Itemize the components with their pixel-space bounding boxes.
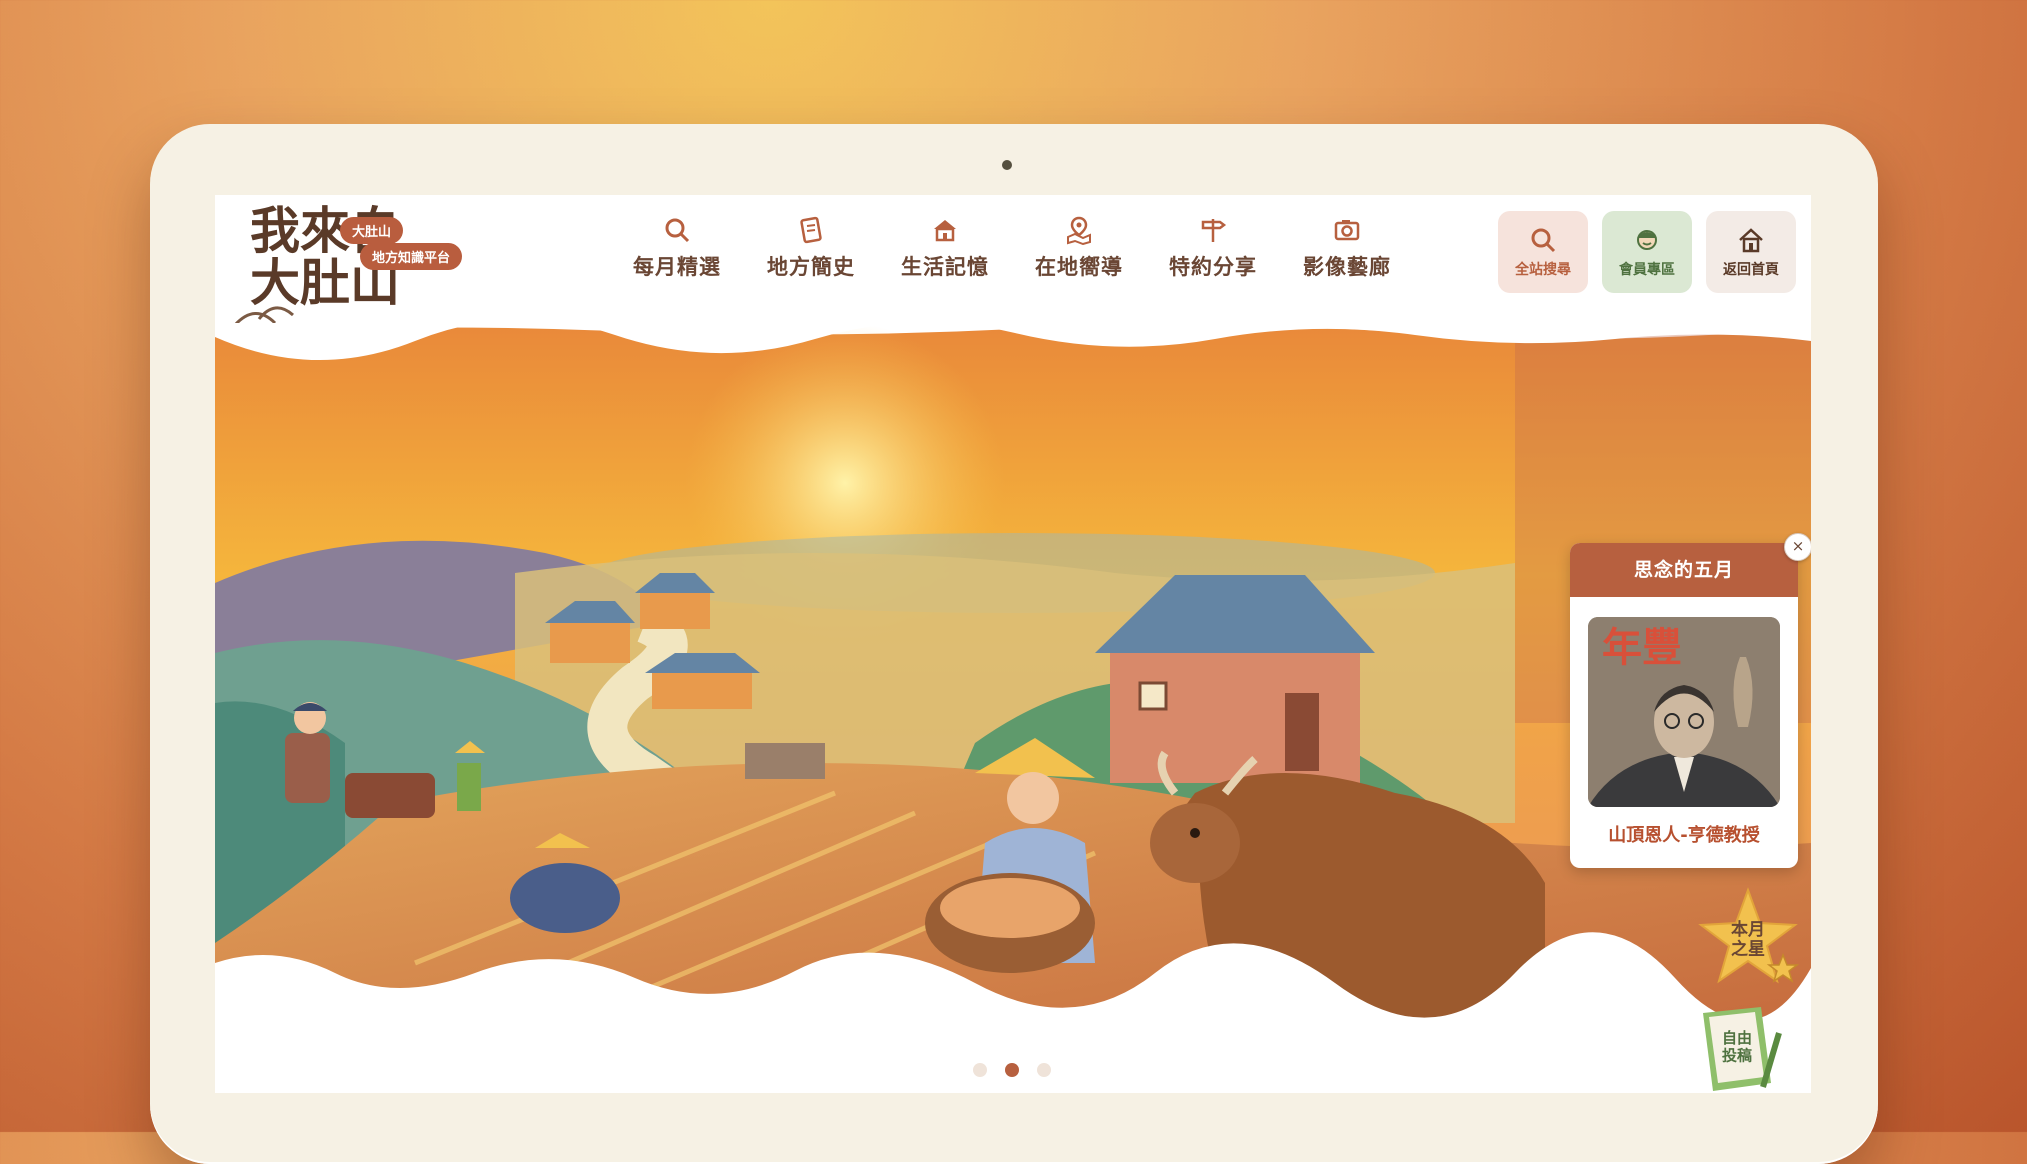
portrait-title-text: 年豐 bbox=[1602, 624, 1682, 671]
popup-caption[interactable]: 山頂恩人-亨德教授 bbox=[1570, 821, 1798, 847]
main-nav: 每月精選 地方簡史 生活記憶 在地嚮導 特約分享 影像藝廊 bbox=[610, 215, 1414, 281]
carousel-dot[interactable] bbox=[973, 1063, 987, 1077]
website-screen: 我來自大肚山 大肚山 地方知識平台 每月精選 地方簡史 生活記憶 在地嚮導 特約… bbox=[215, 195, 1811, 1093]
member-icon bbox=[1637, 230, 1657, 250]
popup-title: 思念的五月 bbox=[1570, 543, 1798, 597]
free-submission-badge[interactable]: 自由投稿 bbox=[1693, 1003, 1793, 1093]
submit-badge-text: 自由投稿 bbox=[1722, 1029, 1752, 1064]
back-home-button[interactable]: 返回首頁 bbox=[1706, 211, 1796, 293]
nav-monthly-picks[interactable]: 每月精選 bbox=[610, 215, 744, 281]
nav-image-gallery[interactable]: 影像藝廊 bbox=[1280, 215, 1414, 281]
button-label: 全站搜尋 bbox=[1515, 262, 1571, 278]
search-icon bbox=[665, 218, 690, 243]
nav-label: 影像藝廊 bbox=[1303, 255, 1391, 279]
nav-label: 每月精選 bbox=[633, 255, 721, 279]
logo-badge-primary: 大肚山 bbox=[340, 217, 404, 244]
nav-local-guide[interactable]: 在地嚮導 bbox=[1012, 215, 1146, 281]
portrait-illustration: 年豐 bbox=[1588, 617, 1780, 807]
star-of-month-badge[interactable]: 本月之星 bbox=[1693, 885, 1803, 995]
house-icon bbox=[934, 220, 956, 242]
nav-label: 在地嚮導 bbox=[1035, 255, 1123, 279]
camera-icon bbox=[1002, 160, 1012, 170]
site-search-button[interactable]: 全站搜尋 bbox=[1498, 211, 1588, 293]
nav-label: 生活記憶 bbox=[901, 255, 989, 279]
nav-life-memories[interactable]: 生活記憶 bbox=[878, 215, 1012, 281]
button-label: 返回首頁 bbox=[1723, 262, 1779, 278]
home-icon bbox=[1739, 228, 1763, 253]
nav-label: 特約分享 bbox=[1169, 255, 1257, 279]
nav-special-share[interactable]: 特約分享 bbox=[1146, 215, 1280, 281]
map-pin-icon bbox=[1067, 216, 1091, 245]
signpost-icon bbox=[1201, 219, 1227, 242]
nav-label: 地方簡史 bbox=[767, 255, 855, 279]
featured-portrait[interactable]: 年豐 bbox=[1588, 617, 1780, 807]
carousel-dot-active[interactable] bbox=[1005, 1063, 1019, 1077]
search-icon bbox=[1531, 228, 1556, 253]
logo-badge-secondary: 地方知識平台 bbox=[360, 243, 463, 270]
nav-local-history[interactable]: 地方簡史 bbox=[744, 215, 878, 281]
close-button[interactable]: × bbox=[1784, 533, 1811, 561]
button-label: 會員專區 bbox=[1619, 262, 1675, 278]
camera-icon bbox=[1334, 220, 1360, 241]
carousel-dot[interactable] bbox=[1037, 1063, 1051, 1077]
document-icon bbox=[800, 216, 822, 244]
star-badge-text: 本月之星 bbox=[1731, 919, 1765, 960]
carousel-dots bbox=[973, 1063, 1051, 1077]
member-area-button[interactable]: 會員專區 bbox=[1602, 211, 1692, 293]
month-feature-popup[interactable]: 思念的五月 × 年豐 山頂恩人-亨德教授 bbox=[1570, 533, 1811, 868]
